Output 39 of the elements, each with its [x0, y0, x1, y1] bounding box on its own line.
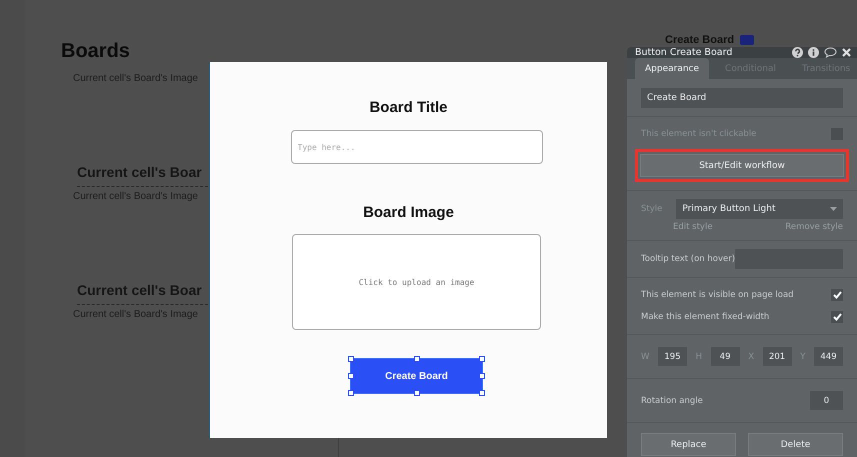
dimension-field[interactable]: 201	[762, 347, 792, 366]
comment-icon[interactable]	[824, 47, 837, 58]
panel-button[interactable]: Replace	[641, 433, 736, 456]
panel-tab[interactable]: Appearance	[635, 58, 710, 79]
resize-handle[interactable]	[348, 373, 354, 379]
create-board-button[interactable]: Create Board	[351, 359, 482, 393]
board-title: Current cell's Boar	[77, 282, 208, 305]
close-icon[interactable]	[842, 48, 851, 57]
upload-hint: Click to upload an image	[358, 278, 474, 286]
text-field[interactable]: Create Board	[641, 88, 843, 108]
input-field[interactable]: Type here...	[290, 130, 542, 164]
create-board-heading: Create Board	[665, 34, 734, 46]
tooltip-label: Tooltip text (on hover)	[641, 254, 736, 264]
caret-icon	[830, 207, 837, 211]
dimension-field[interactable]: 449	[814, 347, 843, 366]
field-label: Board Image	[363, 204, 454, 221]
panel-title: Button Create Board	[635, 47, 732, 58]
resize-handle[interactable]	[479, 373, 485, 379]
workflow-button[interactable]: Start/Edit workflow	[640, 154, 844, 177]
field-label: Board Title	[369, 99, 448, 116]
resize-handle[interactable]	[348, 390, 354, 396]
resize-handle[interactable]	[479, 390, 485, 396]
dimension-field[interactable]: 49	[710, 347, 740, 366]
resize-handle[interactable]	[348, 356, 354, 362]
checkbox[interactable]	[831, 289, 843, 301]
checkbox[interactable]	[831, 311, 843, 323]
page-title: Boards	[61, 40, 131, 63]
style-dropdown[interactable]: Primary Button Light	[676, 199, 843, 219]
resize-handle[interactable]	[479, 356, 485, 362]
image-uploader[interactable]: Click to upload an image	[292, 234, 541, 330]
rotation-field[interactable]: 0	[810, 391, 843, 410]
dimension-field[interactable]: 195	[658, 347, 687, 366]
board-title: Current cell's Boar	[77, 164, 208, 187]
option-label: This element is visible on page load	[641, 290, 794, 300]
panel-button[interactable]: Delete	[748, 433, 843, 456]
option-label: Make this element fixed-width	[641, 312, 770, 322]
info-icon[interactable]	[808, 47, 819, 58]
rotation-label: Rotation angle	[641, 396, 703, 406]
help-icon[interactable]	[792, 47, 803, 58]
